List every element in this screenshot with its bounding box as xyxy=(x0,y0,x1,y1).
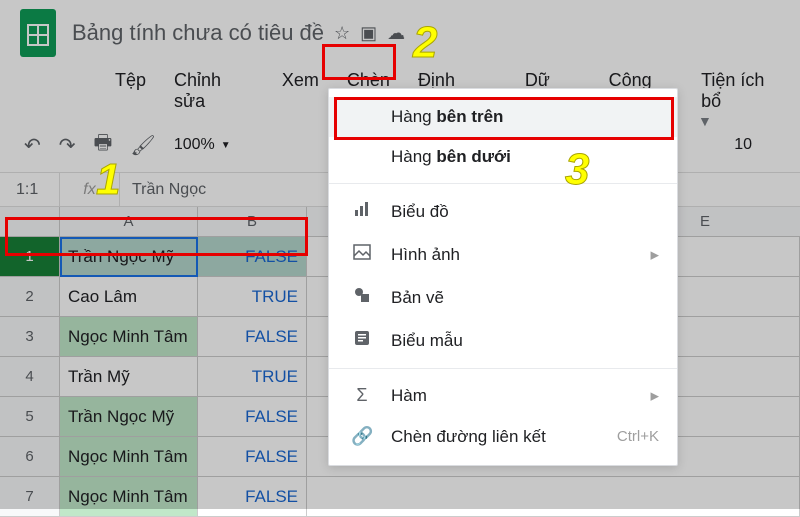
cell[interactable]: Ngọc Minh Tâm xyxy=(60,477,198,517)
cell[interactable]: Trần Mỹ xyxy=(60,357,198,397)
menu-item-row-below[interactable]: Hàng bên dưới xyxy=(329,137,677,177)
font-size-value[interactable]: 10 xyxy=(734,136,782,154)
image-icon xyxy=(351,243,373,266)
zoom-selector[interactable]: 100% ▼ xyxy=(174,136,231,154)
cell[interactable]: Trần Ngọc Mỹ xyxy=(60,397,198,437)
fx-icon: fx xyxy=(60,173,120,206)
sheets-logo xyxy=(18,8,58,58)
row-header[interactable]: 5 xyxy=(0,397,60,437)
paint-format-icon[interactable]: 🖌 xyxy=(130,133,155,158)
menu-item-drawing[interactable]: Bản vẽ xyxy=(329,276,677,319)
cell[interactable]: FALSE xyxy=(198,397,307,437)
sigma-icon: Σ xyxy=(351,385,373,406)
submenu-arrow-icon: ▸ xyxy=(650,245,659,265)
menu-item-form[interactable]: Biểu mẫu xyxy=(329,319,677,362)
chevron-down-icon: ▼ xyxy=(221,140,231,151)
row-header[interactable]: 4 xyxy=(0,357,60,397)
name-box[interactable]: 1:1 xyxy=(0,173,60,206)
column-header-b[interactable]: B xyxy=(198,207,307,237)
cell[interactable]: TRUE xyxy=(198,277,307,317)
menu-item-image[interactable]: Hình ảnh ▸ xyxy=(329,233,677,276)
cell[interactable]: Ngọc Minh Tâm xyxy=(60,317,198,357)
menu-item-function[interactable]: Σ Hàm ▸ xyxy=(329,375,677,416)
row-header[interactable]: 2 xyxy=(0,277,60,317)
cell[interactable]: FALSE xyxy=(198,437,307,477)
cell[interactable]: Trần Ngọc Mỹ xyxy=(60,237,198,277)
shortcut-label: Ctrl+K xyxy=(617,428,659,445)
row-header[interactable]: 3 xyxy=(0,317,60,357)
column-header-a[interactable]: A xyxy=(60,207,198,237)
redo-icon[interactable]: ↷ xyxy=(59,133,76,158)
chart-icon xyxy=(351,200,373,223)
select-all-corner[interactable] xyxy=(0,207,60,237)
row-header[interactable]: 6 xyxy=(0,437,60,477)
undo-icon[interactable]: ↶ xyxy=(24,133,41,158)
move-icon[interactable]: ▣ xyxy=(360,23,377,44)
drawing-icon xyxy=(351,286,373,309)
menu-item-chart[interactable]: Biểu đồ xyxy=(329,190,677,233)
dropdown-chevron-icon[interactable]: ▼ xyxy=(698,113,712,129)
menu-separator xyxy=(329,368,677,369)
menu-item-link[interactable]: 🔗 Chèn đường liên kết Ctrl+K xyxy=(329,416,677,457)
row-header[interactable]: 7 xyxy=(0,477,60,517)
print-icon[interactable]: 🖶 xyxy=(94,128,113,162)
submenu-arrow-icon: ▸ xyxy=(650,386,659,406)
cell[interactable]: Cao Lâm xyxy=(60,277,198,317)
menu-view[interactable]: Xem xyxy=(268,64,333,118)
row-header[interactable]: 1 xyxy=(0,237,60,277)
menu-extensions[interactable]: Tiện ích bổ xyxy=(687,64,800,118)
cell[interactable]: TRUE xyxy=(198,357,307,397)
form-icon xyxy=(351,329,373,352)
cell[interactable]: FALSE xyxy=(198,477,307,517)
cell[interactable]: Ngọc Minh Tâm xyxy=(60,437,198,477)
cell[interactable] xyxy=(307,477,800,517)
menu-edit[interactable]: Chỉnh sửa xyxy=(160,64,268,118)
document-title[interactable]: Bảng tính chưa có tiêu đề xyxy=(72,20,324,46)
formula-bar[interactable]: Trần Ngọc xyxy=(120,181,206,199)
menu-separator xyxy=(329,183,677,184)
menu-file[interactable]: Tệp xyxy=(101,64,160,118)
menu-item-row-above[interactable]: Hàng bên trên xyxy=(329,97,677,137)
star-icon[interactable]: ☆ xyxy=(334,23,350,44)
insert-menu-dropdown: Hàng bên trên Hàng bên dưới Biểu đồ Hình… xyxy=(328,88,678,466)
cell[interactable]: FALSE xyxy=(198,237,307,277)
link-icon: 🔗 xyxy=(351,426,373,447)
cell[interactable]: FALSE xyxy=(198,317,307,357)
cloud-icon[interactable]: ☁ xyxy=(387,23,405,44)
